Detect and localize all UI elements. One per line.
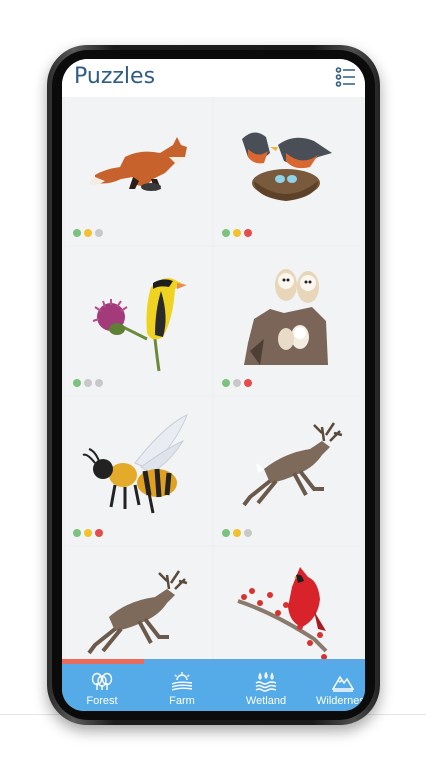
- goldfinch-image: [92, 278, 187, 372]
- difficulty-dot-gray: [244, 529, 252, 537]
- difficulty-dot-green: [222, 229, 230, 237]
- difficulty-dot-yellow: [233, 229, 241, 237]
- puzzle-card-fox[interactable]: [65, 97, 212, 245]
- difficulty-dots: [73, 379, 103, 387]
- difficulty-dot-red: [244, 379, 252, 387]
- nav-label: Forest: [86, 695, 118, 707]
- farm-icon: [171, 672, 193, 691]
- barn-owls-image: [244, 269, 328, 365]
- difficulty-dot-gray: [95, 379, 103, 387]
- list-icon[interactable]: [335, 66, 357, 88]
- difficulty-dot-green: [73, 379, 81, 387]
- difficulty-dot-gray: [233, 379, 241, 387]
- nav-label: Wetland: [245, 695, 287, 707]
- puzzle-grid: [62, 97, 365, 659]
- deer-2-image: [87, 570, 188, 655]
- difficulty-dot-green: [222, 529, 230, 537]
- difficulty-dots: [222, 229, 252, 237]
- difficulty-dots: [73, 229, 103, 237]
- puzzle-card-deer[interactable]: [214, 397, 361, 545]
- page-title: Puzzles: [74, 64, 156, 89]
- puzzle-card-robins-nest[interactable]: [214, 97, 361, 245]
- nav-label: Wilderness: [316, 695, 365, 707]
- difficulty-dot-yellow: [233, 529, 241, 537]
- forest-icon: [91, 672, 113, 690]
- difficulty-dot-green: [222, 379, 230, 387]
- deer-image: [242, 422, 343, 507]
- difficulty-dot-red: [244, 229, 252, 237]
- nav-item-forest[interactable]: Forest: [62, 664, 142, 711]
- puzzle-card-deer-2[interactable]: [65, 547, 212, 659]
- difficulty-dots: [222, 529, 252, 537]
- bee-image: [82, 414, 188, 514]
- mountain-icon: [332, 675, 354, 692]
- puzzle-card-goldfinch[interactable]: [65, 247, 212, 395]
- puzzle-card-cardinal[interactable]: [214, 547, 361, 659]
- difficulty-dots: [222, 379, 252, 387]
- difficulty-dot-green: [73, 229, 81, 237]
- difficulty-dots: [73, 529, 103, 537]
- puzzle-card-bee[interactable]: [65, 397, 212, 545]
- robins-nest-image: [242, 132, 332, 201]
- difficulty-dot-yellow: [84, 229, 92, 237]
- cardinal-image: [237, 567, 328, 659]
- fox-image: [89, 137, 187, 191]
- difficulty-dot-gray: [95, 229, 103, 237]
- difficulty-dot-gray: [84, 379, 92, 387]
- app-header: Puzzles: [62, 59, 365, 97]
- wetland-icon: [255, 672, 277, 692]
- difficulty-dot-green: [73, 529, 81, 537]
- nav-label: Farm: [169, 695, 195, 707]
- bottom-nav: Forest Farm Wetland Wilderness: [62, 664, 365, 711]
- nav-item-wetland[interactable]: Wetland: [226, 664, 306, 711]
- difficulty-dot-red: [95, 529, 103, 537]
- nav-item-wilderness[interactable]: Wilderness: [308, 664, 365, 711]
- nav-item-farm[interactable]: Farm: [142, 664, 222, 711]
- difficulty-dot-yellow: [84, 529, 92, 537]
- app-screen: Puzzles Forest Farm Wetland Wilderness: [62, 59, 365, 711]
- puzzle-card-barn-owls[interactable]: [214, 247, 361, 395]
